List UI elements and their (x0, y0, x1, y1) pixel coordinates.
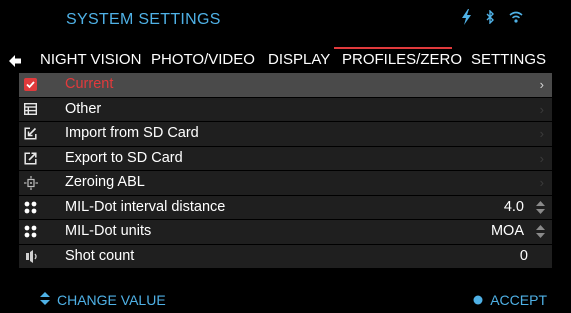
list-item-current[interactable]: Current › (19, 73, 552, 97)
mil-dot-interval-value: 4.0 (503, 198, 524, 215)
list-item-label: Zeroing ABL (65, 174, 145, 190)
export-icon (23, 151, 38, 166)
page-title: SYSTEM SETTINGS (66, 11, 221, 28)
change-value-hint: CHANGE VALUE (40, 292, 166, 308)
list-table-icon (23, 102, 38, 117)
tab-label: DISPLAY (268, 51, 331, 68)
list-item-label: Export to SD Card (65, 149, 183, 166)
tab-label: PROFILES/ZERO (342, 51, 463, 68)
shot-icon (23, 249, 38, 264)
list-item-import-sd[interactable]: Import from SD Card › (19, 122, 552, 146)
up-down-arrows-icon (40, 292, 50, 308)
stepper-arrows-icon[interactable] (536, 225, 545, 243)
tab-display[interactable]: DISPLAY (268, 49, 330, 71)
chevron-right-icon: › (539, 101, 544, 117)
accept-label: ACCEPT (490, 292, 547, 308)
tab-label: NIGHT VISION (40, 51, 142, 68)
accept-hint[interactable]: ACCEPT (473, 292, 547, 308)
list-item-label: Shot count (65, 247, 135, 264)
dots-grid-icon (23, 200, 38, 215)
list-item-export-sd[interactable]: Export to SD Card › (19, 146, 552, 170)
back-arrow-icon[interactable] (9, 54, 21, 72)
chevron-right-icon: › (539, 175, 544, 190)
status-icons (461, 9, 523, 25)
list-item-label: Current (65, 76, 114, 92)
profiles-list: Current › Other › Import from SD Card › … (19, 73, 552, 269)
list-item-label: MIL-Dot units (65, 223, 152, 239)
list-item-label: MIL-Dot interval distance (65, 198, 226, 215)
list-item-mil-dot-units[interactable]: MIL-Dot units MOA (19, 220, 552, 244)
tab-photo-video[interactable]: PHOTO/VIDEO (151, 49, 255, 71)
chevron-right-icon: › (539, 150, 544, 166)
list-item-shot-count[interactable]: Shot count 0 (19, 244, 552, 268)
stepper-arrows-icon[interactable] (536, 200, 545, 219)
list-item-mil-dot-interval[interactable]: MIL-Dot interval distance 4.0 (19, 195, 552, 219)
accept-dot-icon (473, 292, 483, 308)
chevron-right-icon: › (539, 126, 544, 141)
shot-count-value: 0 (519, 247, 528, 264)
tab-bar: NIGHT VISION PHOTO/VIDEO DISPLAY PROFILE… (0, 47, 571, 72)
tab-settings[interactable]: SETTINGS (471, 49, 546, 71)
list-item-zeroing-abl[interactable]: Zeroing ABL › (19, 171, 552, 195)
change-value-label: CHANGE VALUE (57, 292, 166, 308)
settings-screen: SYSTEM SETTINGS NIGHT VISION PHOTO/VIDEO… (0, 0, 571, 313)
chevron-right-icon: › (539, 77, 544, 92)
tab-label: SETTINGS (471, 51, 547, 68)
list-item-other[interactable]: Other › (19, 97, 552, 121)
list-item-label: Import from SD Card (65, 125, 199, 141)
power-bolt-icon (461, 9, 472, 25)
mil-dot-units-value: MOA (490, 223, 524, 239)
tab-profiles-zero[interactable]: PROFILES/ZERO (334, 47, 463, 69)
tab-label: PHOTO/VIDEO (151, 51, 255, 68)
import-icon (23, 126, 38, 141)
checkbox-checked-icon (23, 77, 38, 92)
dots-grid-icon (23, 224, 38, 239)
crosshair-icon (23, 175, 38, 190)
wifi-icon (509, 11, 523, 23)
list-item-label: Other (65, 100, 102, 117)
tab-night-vision[interactable]: NIGHT VISION (40, 49, 141, 71)
bluetooth-icon (486, 10, 495, 24)
